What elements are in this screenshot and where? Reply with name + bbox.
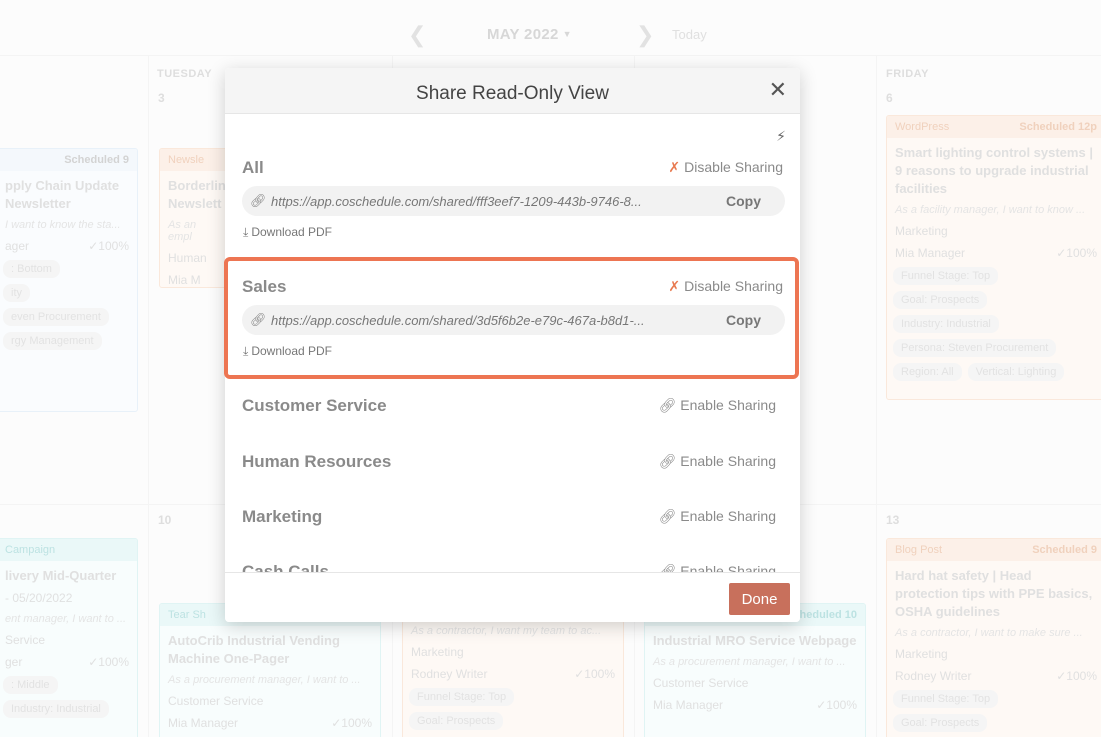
download-icon: ⤓ xyxy=(243,225,249,239)
share-item-cash-calls: Cash Calls 🔗︎ Enable Sharing xyxy=(242,562,785,572)
share-url-text[interactable]: https://app.coschedule.com/shared/fff3ee… xyxy=(271,194,699,209)
modal-title: Share Read-Only View xyxy=(416,83,609,104)
modal-footer: Done xyxy=(225,572,800,622)
share-item-sales: Sales ✗ Disable Sharing 🔗︎ https://app.co… xyxy=(242,277,785,367)
share-item-marketing: Marketing 🔗︎ Enable Sharing xyxy=(242,507,785,533)
share-item-customer-service: Customer Service 🔗︎ Enable Sharing xyxy=(242,396,785,422)
copy-button[interactable]: Copy xyxy=(726,193,761,209)
share-item-name: Cash Calls xyxy=(242,562,329,572)
link-icon: 🔗︎ xyxy=(658,397,677,413)
link-icon: 🔗︎ xyxy=(658,508,677,524)
share-url-text[interactable]: https://app.coschedule.com/shared/3d5f6b… xyxy=(271,313,699,328)
disable-sharing-button[interactable]: ✗ Disable Sharing xyxy=(668,159,783,176)
share-item-name: Marketing xyxy=(242,507,323,526)
modal-header: Share Read-Only View ✕ xyxy=(225,68,800,114)
disable-sharing-button[interactable]: ✗ Disable Sharing xyxy=(668,278,783,295)
download-pdf-link[interactable]: ⤓ Download PDF xyxy=(243,344,332,359)
copy-button[interactable]: Copy xyxy=(726,312,761,328)
modal-body[interactable]: ⚡︎ All ✗ Disable Sharing 🔗︎ https://app.c… xyxy=(225,114,800,572)
link-icon: 🔗︎ xyxy=(658,453,677,469)
share-item-human-resources: Human Resources 🔗︎ Enable Sharing xyxy=(242,452,785,478)
share-url-field[interactable]: 🔗︎ https://app.coschedule.com/shared/3d5… xyxy=(242,305,785,335)
share-item-name: Sales xyxy=(242,277,287,296)
share-url-field[interactable]: 🔗︎ https://app.coschedule.com/shared/fff… xyxy=(242,186,785,216)
link-icon: 🔗︎ xyxy=(250,193,267,208)
share-read-only-modal: Share Read-Only View ✕ ⚡︎ All ✗ Disable S… xyxy=(225,68,800,622)
link-icon: 🔗︎ xyxy=(658,563,677,572)
broken-link-icon: ✗ xyxy=(668,278,681,294)
enable-sharing-button[interactable]: 🔗︎ Enable Sharing xyxy=(658,508,776,525)
download-pdf-link[interactable]: ⤓ Download PDF xyxy=(243,225,332,240)
share-item-name: Customer Service xyxy=(242,396,387,415)
download-icon: ⤓ xyxy=(243,344,249,358)
broken-link-icon: ✗ xyxy=(668,159,681,175)
done-button[interactable]: Done xyxy=(729,583,790,615)
enable-sharing-button[interactable]: 🔗︎ Enable Sharing xyxy=(658,397,776,414)
lightning-bolt-icon[interactable]: ⚡︎ xyxy=(776,128,786,145)
share-item-all: All ✗ Disable Sharing 🔗︎ https://app.cosc… xyxy=(242,158,785,248)
share-item-name: All xyxy=(242,158,264,177)
enable-sharing-button[interactable]: 🔗︎ Enable Sharing xyxy=(658,453,776,470)
share-item-name: Human Resources xyxy=(242,452,392,471)
enable-sharing-button[interactable]: 🔗︎ Enable Sharing xyxy=(658,563,776,572)
link-icon: 🔗︎ xyxy=(250,312,267,327)
close-icon[interactable]: ✕ xyxy=(769,77,787,103)
